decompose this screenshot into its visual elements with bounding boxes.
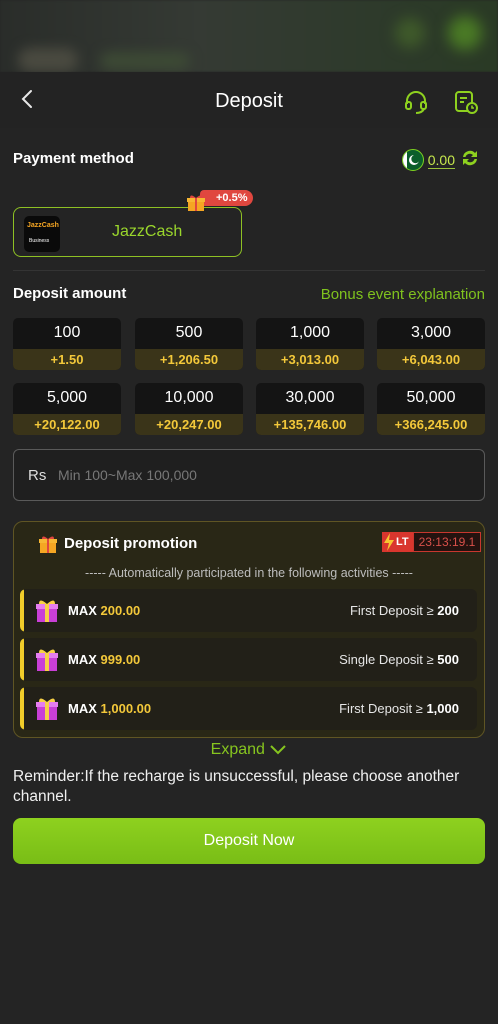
amount-option[interactable]: 100 +1.50: [13, 318, 121, 370]
top-header: Deposit: [0, 72, 498, 128]
amount-option[interactable]: 5,000 +20,122.00: [13, 383, 121, 435]
bonus-percent-badge: +0.5%: [200, 190, 253, 206]
promotion-subtitle: ----- Automatically participated in the …: [85, 566, 413, 580]
jazzcash-method-card[interactable]: JazzCash Business JazzCash: [13, 207, 242, 257]
payment-method-row: Payment method 0.00: [13, 147, 485, 174]
deposit-amount-row: Deposit amount Bonus event explanation: [13, 285, 485, 307]
lt-tag: LT: [382, 532, 413, 552]
gift-icon: [186, 194, 206, 212]
amount-option[interactable]: 500 +1,206.50: [135, 318, 243, 370]
amount-option[interactable]: 30,000 +135,746.00: [256, 383, 364, 435]
balance-value: 0.00: [427, 151, 455, 169]
gift-box-icon: [34, 597, 60, 623]
blurred-status-area: [0, 0, 498, 72]
section-divider: [13, 270, 485, 271]
amount-input[interactable]: [58, 462, 458, 488]
deposit-now-button[interactable]: Deposit Now: [13, 818, 485, 864]
promotion-item[interactable]: MAX 1,000.00 First Deposit ≥ 1,000: [20, 687, 477, 730]
refresh-icon[interactable]: [459, 147, 481, 174]
amount-option[interactable]: 3,000 +6,043.00: [377, 318, 485, 370]
gift-box-icon: [34, 695, 60, 721]
limited-time-badge: LT 23:13:19.1: [382, 532, 482, 552]
gift-icon: [38, 534, 58, 554]
expand-label: Expand: [210, 741, 265, 758]
balance-display: 0.00: [401, 147, 481, 174]
amount-option[interactable]: 1,000 +3,013.00: [256, 318, 364, 370]
payment-method-label: Payment method: [13, 150, 134, 167]
jazzcash-label: JazzCash: [112, 223, 183, 240]
deposit-amount-label: Deposit amount: [13, 285, 127, 302]
history-icon[interactable]: [452, 88, 480, 116]
promotion-title: Deposit promotion: [64, 535, 198, 552]
deposit-promotion-panel: Deposit promotion LT 23:13:19.1 ----- Au…: [13, 521, 485, 738]
chevron-down-icon: [269, 741, 287, 758]
bonus-event-link[interactable]: Bonus event explanation: [321, 286, 485, 303]
headset-icon[interactable]: [402, 88, 430, 116]
currency-label: Rs: [28, 467, 47, 484]
countdown-timer: 23:13:19.1: [412, 532, 482, 552]
amount-input-box: Rs: [13, 449, 485, 501]
promotion-item[interactable]: MAX 200.00 First Deposit ≥ 200: [20, 589, 477, 632]
promotion-item[interactable]: MAX 999.00 Single Deposit ≥ 500: [20, 638, 477, 681]
expand-toggle[interactable]: Expand: [0, 741, 498, 759]
reminder-text: Reminder:If the recharge is unsuccessful…: [13, 768, 460, 805]
gift-box-icon: [34, 646, 60, 672]
amount-option[interactable]: 10,000 +20,247.00: [135, 383, 243, 435]
jazzcash-logo: JazzCash Business: [24, 216, 60, 252]
amount-option[interactable]: 50,000 +366,245.00: [377, 383, 485, 435]
pakistan-flag-icon: [401, 149, 424, 171]
